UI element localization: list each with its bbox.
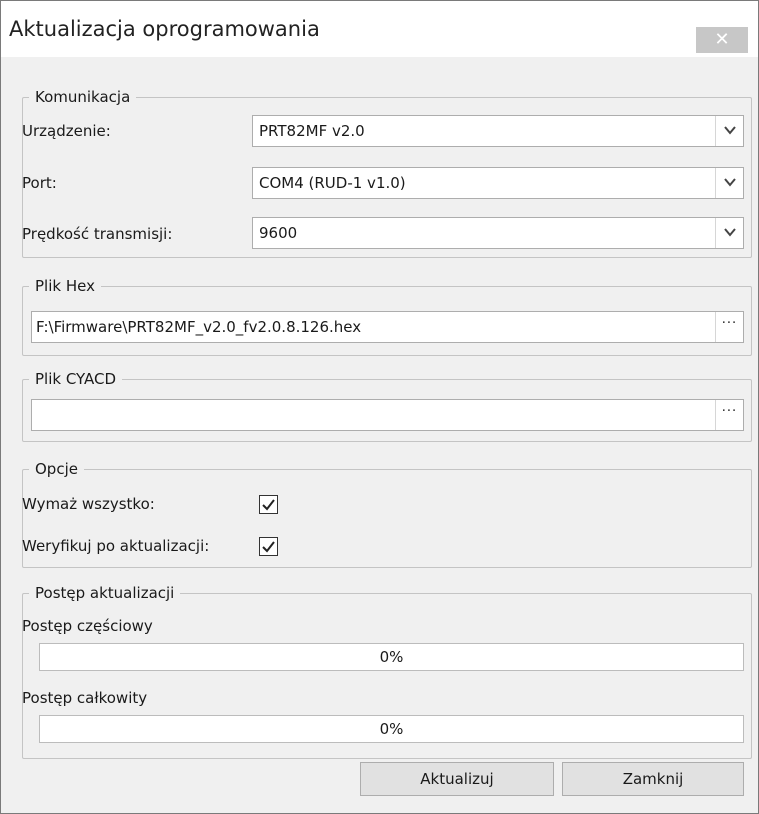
browse-cyacd-button[interactable]: ···: [715, 400, 743, 430]
chevron-down-icon[interactable]: [715, 168, 743, 198]
device-label: Urządzenie:: [22, 122, 111, 140]
speed-select[interactable]: 9600: [252, 217, 744, 249]
browse-hex-button[interactable]: ···: [715, 312, 743, 342]
progress-legend: Postęp aktualizacji: [29, 583, 181, 603]
cyacd-path-input[interactable]: ···: [31, 399, 744, 431]
chevron-down-icon[interactable]: [715, 116, 743, 146]
erase-all-label: Wymaż wszystko:: [22, 495, 155, 513]
total-progress-bar: 0%: [39, 715, 744, 743]
port-select[interactable]: COM4 (RUD-1 v1.0): [252, 167, 744, 199]
partial-progress-text: 0%: [379, 648, 404, 666]
cyacd-file-legend: Plik CYACD: [29, 369, 123, 389]
speed-value: 9600: [259, 224, 298, 242]
options-legend: Opcje: [29, 459, 84, 479]
device-value: PRT82MF v2.0: [259, 122, 365, 140]
title-bar[interactable]: Aktualizacja oprogramowania ✕: [1, 1, 758, 57]
hex-path-value: F:\Firmware\PRT82MF_v2.0_fv2.0.8.126.hex: [36, 318, 362, 336]
speed-label: Prędkość transmisji:: [22, 225, 173, 243]
total-progress-label: Postęp całkowity: [22, 689, 148, 707]
erase-all-checkbox[interactable]: [259, 495, 278, 514]
verify-label: Weryfikuj po aktualizacji:: [22, 537, 210, 555]
partial-progress-bar: 0%: [39, 643, 744, 671]
close-button[interactable]: Zamknij: [562, 762, 744, 796]
port-value: COM4 (RUD-1 v1.0): [259, 174, 406, 192]
hex-path-input[interactable]: F:\Firmware\PRT82MF_v2.0_fv2.0.8.126.hex…: [31, 311, 744, 343]
checkmark-icon: [262, 541, 275, 553]
firmware-update-dialog: Aktualizacja oprogramowania ✕ Komunikacj…: [0, 0, 759, 814]
hex-file-legend: Plik Hex: [29, 276, 101, 296]
device-select[interactable]: PRT82MF v2.0: [252, 115, 744, 147]
window-title: Aktualizacja oprogramowania: [9, 17, 320, 41]
port-label: Port:: [22, 174, 57, 192]
partial-progress-label: Postęp częściowy: [22, 617, 153, 635]
close-icon[interactable]: ✕: [696, 27, 748, 53]
communication-legend: Komunikacja: [29, 87, 137, 107]
checkmark-icon: [262, 499, 275, 511]
update-button[interactable]: Aktualizuj: [360, 762, 554, 796]
verify-checkbox[interactable]: [259, 537, 278, 556]
chevron-down-icon[interactable]: [715, 218, 743, 248]
total-progress-text: 0%: [379, 720, 404, 738]
